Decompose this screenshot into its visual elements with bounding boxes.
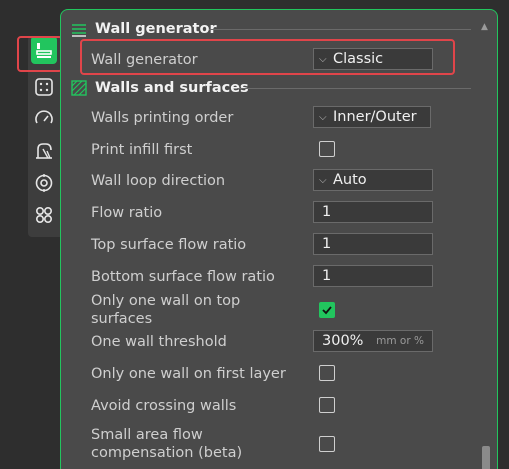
only-one-wall-top-checkbox[interactable] xyxy=(319,302,335,318)
setting-row-flow-ratio: Flow ratio 1 xyxy=(91,201,461,225)
one-wall-threshold-input[interactable]: 300% mm or % xyxy=(313,330,433,352)
print-infill-first-checkbox[interactable] xyxy=(319,141,335,157)
others-icon[interactable] xyxy=(32,203,56,227)
setting-label-line2: surfaces xyxy=(91,311,153,327)
scrollbar[interactable]: ▲ xyxy=(480,18,490,469)
setting-row-avoid-crossing-walls: Avoid crossing walls xyxy=(91,396,461,416)
setting-label: One wall threshold xyxy=(91,334,227,350)
section-divider xyxy=(209,29,471,30)
support-icon[interactable] xyxy=(32,139,56,163)
setting-row-top-surface-flow-ratio: Top surface flow ratio 1 xyxy=(91,233,461,257)
setting-row-only-one-wall-top: Only one wall on top surfaces xyxy=(91,292,461,330)
infill-grid-icon[interactable] xyxy=(32,75,56,99)
bottom-surface-flow-ratio-input[interactable]: 1 xyxy=(313,265,433,287)
setting-row-bottom-surface-flow-ratio: Bottom surface flow ratio 1 xyxy=(91,265,461,289)
only-one-wall-first-layer-checkbox[interactable] xyxy=(319,365,335,381)
combo-value: Auto xyxy=(333,172,367,188)
setting-label: Bottom surface flow ratio xyxy=(91,269,275,285)
setting-row-wall-loop-direction: Wall loop direction ⌵ Auto xyxy=(91,169,461,193)
section-divider xyxy=(237,88,471,89)
section-title: Wall generator xyxy=(95,21,217,37)
speed-gauge-icon[interactable] xyxy=(32,107,56,131)
combo-value: Inner/Outer xyxy=(333,109,417,125)
chevron-down-icon: ⌵ xyxy=(319,111,327,123)
walls-printing-order-combo[interactable]: ⌵ Inner/Outer xyxy=(313,106,431,128)
input-value: 1 xyxy=(322,236,332,252)
setting-row-one-wall-threshold: One wall threshold 300% mm or % xyxy=(91,330,461,354)
setting-row-walls-printing-order: Walls printing order ⌵ Inner/Outer xyxy=(91,106,461,130)
multimaterial-icon[interactable] xyxy=(32,171,56,195)
settings-window: Wall generator Wall generator ⌵ Classic … xyxy=(0,0,509,469)
setting-label-line1: Only one wall on top xyxy=(91,293,241,309)
setting-label: Wall loop direction xyxy=(91,173,226,189)
input-unit: mm or % xyxy=(376,335,424,347)
input-value: 300% xyxy=(322,333,364,349)
surfaces-section-icon xyxy=(71,80,87,96)
setting-row-only-one-wall-first-layer: Only one wall on first layer xyxy=(91,364,461,384)
input-value: 1 xyxy=(322,204,332,220)
input-value: 1 xyxy=(322,268,332,284)
setting-label-line1: Small area flow xyxy=(91,427,203,443)
top-surface-flow-ratio-input[interactable]: 1 xyxy=(313,233,433,255)
wall-loop-direction-combo[interactable]: ⌵ Auto xyxy=(313,169,433,191)
settings-panel: Wall generator Wall generator ⌵ Classic … xyxy=(60,9,498,469)
setting-label: Flow ratio xyxy=(91,205,163,221)
setting-label: Top surface flow ratio xyxy=(91,237,247,253)
section-title: Walls and surfaces xyxy=(95,80,249,96)
setting-label: Walls printing order xyxy=(91,110,234,126)
rail-highlight-frame xyxy=(17,36,63,72)
scroll-up-arrow-icon[interactable]: ▲ xyxy=(481,22,488,32)
setting-label: Print infill first xyxy=(91,142,193,158)
section-header-walls-and-surfaces: Walls and surfaces xyxy=(71,77,249,99)
avoid-crossing-walls-checkbox[interactable] xyxy=(319,397,335,413)
setting-row-small-area-flow-comp: Small area flow compensation (beta) xyxy=(91,426,461,464)
checkmark-icon xyxy=(322,306,332,315)
scrollbar-thumb[interactable] xyxy=(482,446,490,469)
flow-ratio-input[interactable]: 1 xyxy=(313,201,433,223)
small-area-flow-comp-checkbox[interactable] xyxy=(319,436,335,452)
setting-label: Only one wall on first layer xyxy=(91,366,286,382)
wall-section-icon xyxy=(72,24,86,37)
chevron-down-icon: ⌵ xyxy=(319,174,327,186)
setting-row-print-infill-first: Print infill first xyxy=(91,140,461,160)
setting-label: Avoid crossing walls xyxy=(91,398,237,414)
setting-highlight-frame xyxy=(80,39,455,75)
section-header-wall-generator: Wall generator xyxy=(71,18,217,40)
setting-label-line2: compensation (beta) xyxy=(91,445,243,461)
